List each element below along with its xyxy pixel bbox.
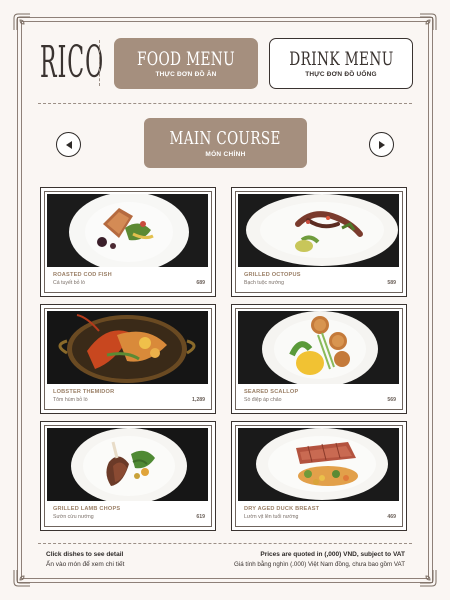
drink-menu-subtitle: THỰC ĐƠN ĐỒ UỐNG xyxy=(305,71,377,78)
dish-card-seared-scallop[interactable]: SEARED SCALLOP Sò điệp áp chảo 569 xyxy=(231,304,407,414)
corner-ornament-icon xyxy=(418,12,438,32)
dish-name: SEARED SCALLOP xyxy=(244,389,299,395)
dish-price: 619 xyxy=(196,514,205,520)
dish-card-dry-aged-duck-breast[interactable]: DRY AGED DUCK BREAST Lườn vịt lên tuổi n… xyxy=(231,421,407,531)
corner-ornament-icon xyxy=(418,568,438,588)
dish-card-lobster-themidor[interactable]: LOBSTER THEMIDOR Tôm hùm bỏ lò 1,289 xyxy=(40,304,216,414)
dish-subtitle: Sườn cừu nướng xyxy=(53,514,94,520)
dish-subtitle: Sò điệp áp chảo xyxy=(244,397,282,403)
dish-card-grilled-octopus[interactable]: GRILLED OCTOPUS Bạch tuộc nướng 589 xyxy=(231,187,407,297)
dish-price: 469 xyxy=(387,514,396,520)
dish-photo xyxy=(47,428,208,501)
brand-logo: RICO xyxy=(40,37,105,88)
footer-prices-vi: Giá tính bằng nghìn (.000) Việt Nam đồng… xyxy=(234,561,405,568)
dish-photo xyxy=(47,311,208,384)
dish-name: LOBSTER THEMIDOR xyxy=(53,389,115,395)
dish-subtitle: Cá tuyết bỏ lò xyxy=(53,280,86,286)
dish-card-roasted-cod-fish[interactable]: ROASTED COD FISH Cá tuyết bỏ lò 689 xyxy=(40,187,216,297)
dish-photo xyxy=(238,428,399,501)
dish-subtitle: Lườn vịt lên tuổi nướng xyxy=(244,514,299,520)
section-divider xyxy=(38,103,412,104)
section-subtitle: MÓN CHÍNH xyxy=(205,150,246,158)
arrow-right-icon xyxy=(378,140,385,149)
section-title: MAIN COURSE xyxy=(169,127,282,149)
dish-name: DRY AGED DUCK BREAST xyxy=(244,506,320,512)
food-menu-title: FOOD MENU xyxy=(137,48,235,70)
next-section-button[interactable] xyxy=(369,132,394,157)
dish-price: 1,289 xyxy=(192,397,205,403)
dish-subtitle: Bạch tuộc nướng xyxy=(244,280,285,286)
dish-name: GRILLED LAMB CHOPS xyxy=(53,506,121,512)
footer-prices-en: Prices are quoted in (,000) VND, subject… xyxy=(260,551,405,558)
dish-price: 589 xyxy=(387,280,396,286)
dish-price: 569 xyxy=(387,397,396,403)
dish-subtitle: Tôm hùm bỏ lò xyxy=(53,397,88,403)
corner-ornament-icon xyxy=(12,12,32,32)
food-menu-subtitle: THỰC ĐƠN ĐỒ ĂN xyxy=(155,71,217,78)
dish-photo xyxy=(47,194,208,267)
corner-ornament-icon xyxy=(12,568,32,588)
drink-menu-title: DRINK MENU xyxy=(288,48,394,70)
food-menu-tab[interactable]: FOOD MENU THỰC ĐƠN ĐỒ ĂN xyxy=(114,38,258,89)
arrow-left-icon xyxy=(65,140,72,149)
footer-divider xyxy=(38,543,412,544)
drink-menu-tab[interactable]: DRINK MENU THỰC ĐƠN ĐỒ UỐNG xyxy=(269,38,413,89)
dish-photo xyxy=(238,311,399,384)
section-header: MAIN COURSE MÓN CHÍNH xyxy=(144,118,307,168)
dish-name: ROASTED COD FISH xyxy=(53,272,112,278)
header-divider xyxy=(99,40,100,86)
dish-card-grilled-lamb-chops[interactable]: GRILLED LAMB CHOPS Sườn cừu nướng 619 xyxy=(40,421,216,531)
dish-name: GRILLED OCTOPUS xyxy=(244,272,301,278)
footer-hint-en: Click dishes to see detail xyxy=(46,551,124,558)
dish-photo xyxy=(238,194,399,267)
dish-price: 689 xyxy=(196,280,205,286)
prev-section-button[interactable] xyxy=(56,132,81,157)
footer-hint-vi: Ấn vào món để xem chi tiết xyxy=(46,561,125,568)
